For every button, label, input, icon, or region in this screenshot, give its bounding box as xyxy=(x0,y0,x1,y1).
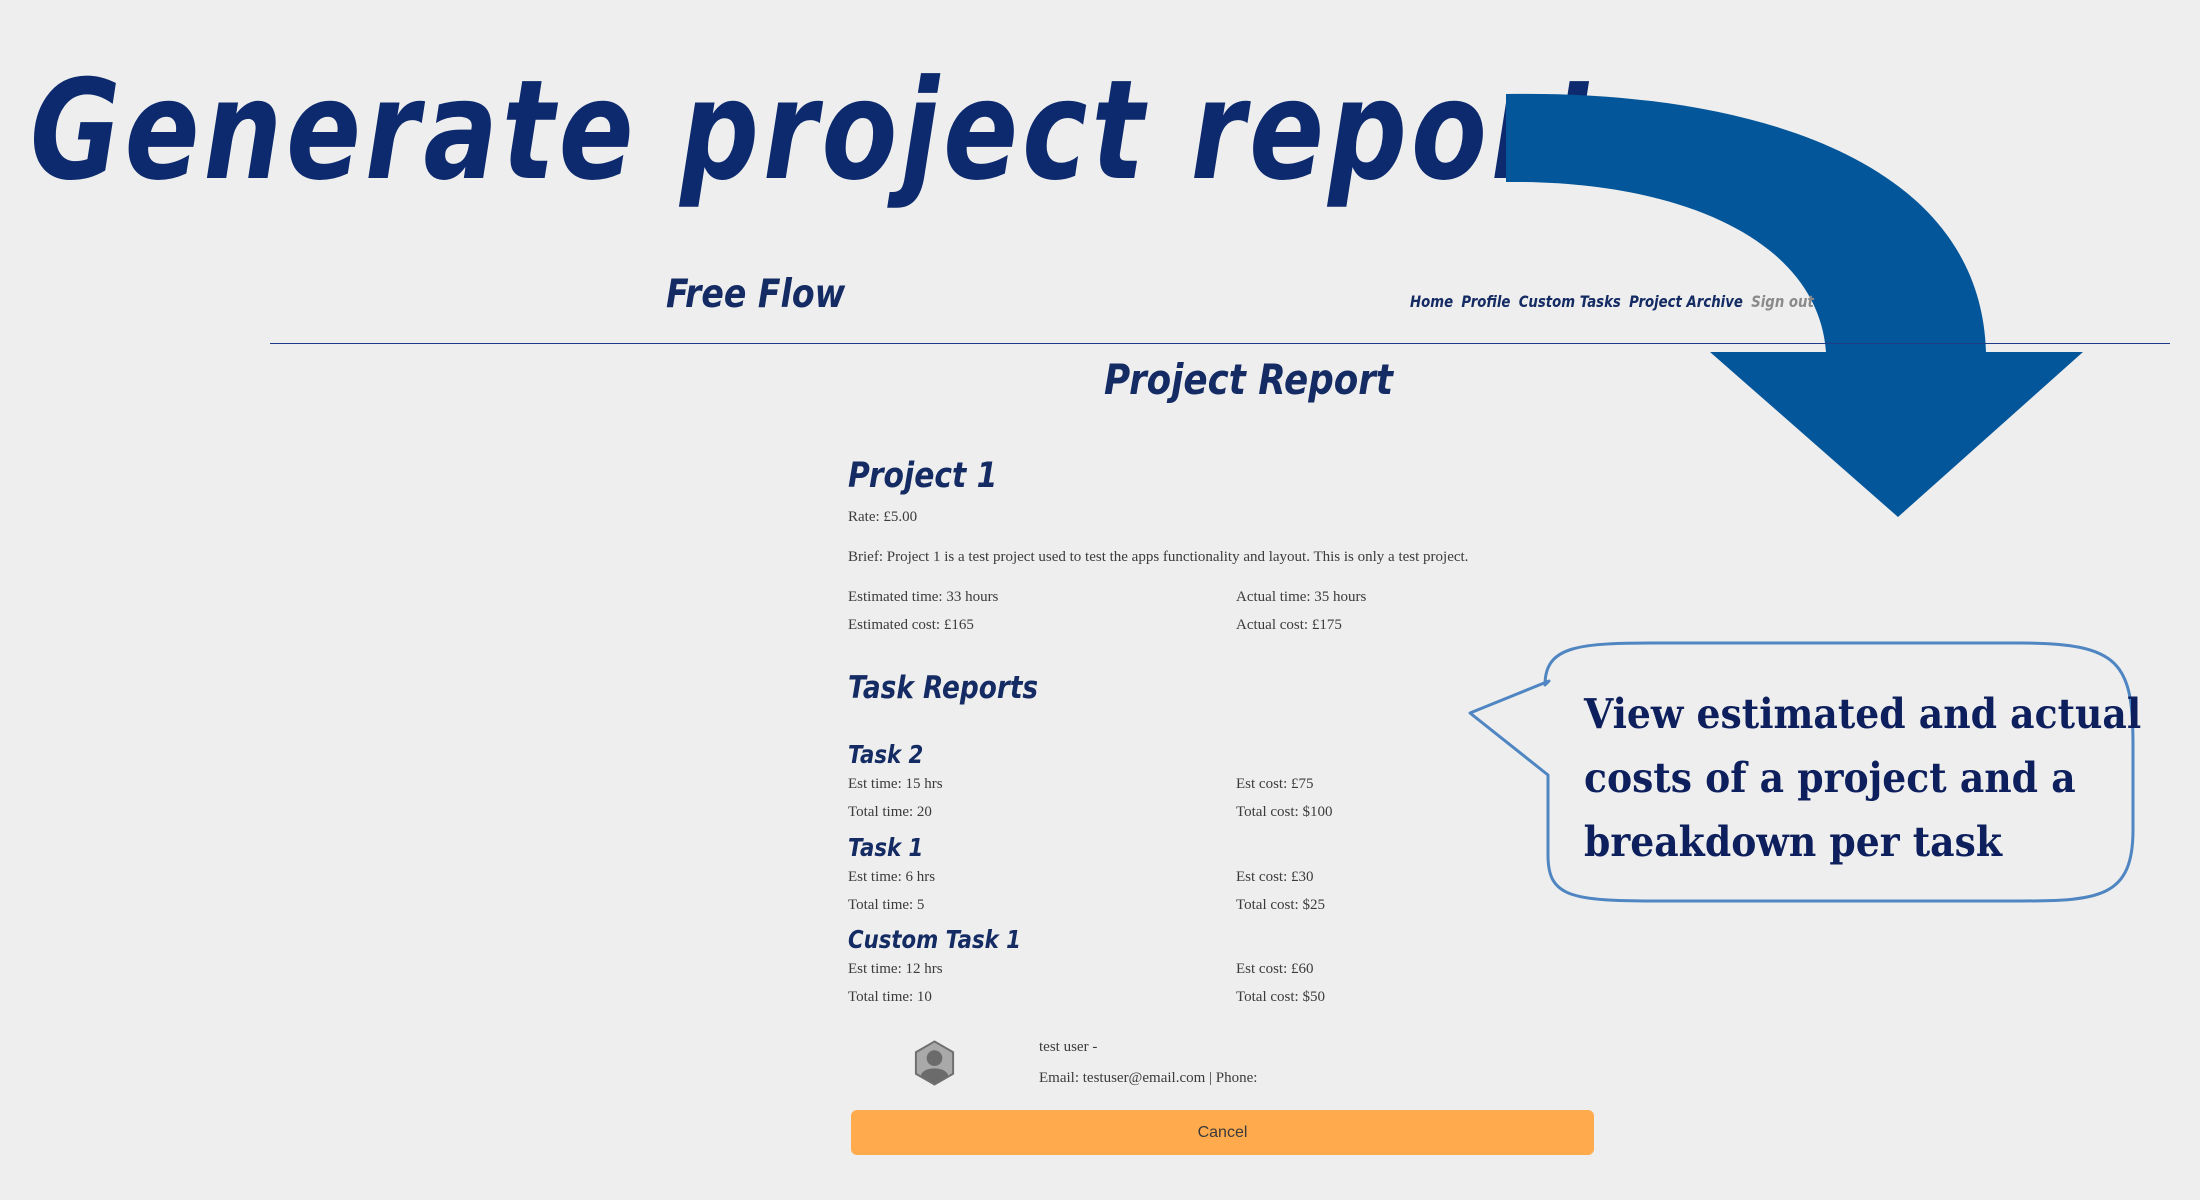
task-total-time: Total time: 20 xyxy=(848,804,932,820)
page-title: Project Report xyxy=(1104,355,1393,404)
task-name: Task 1 xyxy=(848,833,924,862)
nav-home[interactable]: Home xyxy=(1410,292,1453,311)
nav-project-archive[interactable]: Project Archive xyxy=(1629,292,1743,311)
cancel-button[interactable]: Cancel xyxy=(851,1110,1594,1155)
nav-sign-out[interactable]: Sign out xyxy=(1751,292,1814,311)
task-total-cost: Total cost: $100 xyxy=(1236,804,1333,820)
task-est-time: Est time: 15 hrs xyxy=(848,776,943,792)
callout-line: costs of a project and a xyxy=(1584,754,2076,802)
task-est-cost: Est cost: £60 xyxy=(1236,961,1314,977)
nav-profile[interactable]: Profile xyxy=(1461,292,1510,311)
task-est-cost: Est cost: £75 xyxy=(1236,776,1314,792)
task-total-cost: Total cost: $25 xyxy=(1236,897,1325,913)
project-rate: Rate: £5.00 xyxy=(848,509,918,525)
task-total-time: Total time: 5 xyxy=(848,897,925,913)
project-brief: Brief: Project 1 is a test project used … xyxy=(848,549,1469,565)
callout-line: View estimated and actual xyxy=(1584,690,2142,738)
header-divider xyxy=(270,343,2170,344)
user-name: test user - xyxy=(1039,1039,1098,1055)
app-brand[interactable]: Free Flow xyxy=(666,272,845,317)
callout-line: breakdown per task xyxy=(1584,818,2002,866)
project-actual-cost: Actual cost: £175 xyxy=(1236,617,1342,633)
task-est-time: Est time: 12 hrs xyxy=(848,961,943,977)
promo-headline: Generate project reports xyxy=(30,50,1676,211)
callout-text: View estimated and actual costs of a pro… xyxy=(1584,682,2141,874)
project-name: Project 1 xyxy=(848,456,998,496)
task-name: Task 2 xyxy=(848,740,924,769)
task-name: Custom Task 1 xyxy=(848,925,1021,954)
task-est-time: Est time: 6 hrs xyxy=(848,869,936,885)
project-estimated-cost: Estimated cost: £165 xyxy=(848,617,974,633)
task-total-time: Total time: 10 xyxy=(848,989,932,1005)
user-avatar-icon xyxy=(914,1040,955,1086)
task-total-cost: Total cost: $50 xyxy=(1236,989,1325,1005)
top-nav: Home Profile Custom Tasks Project Archiv… xyxy=(1410,292,1814,311)
nav-custom-tasks[interactable]: Custom Tasks xyxy=(1519,292,1621,311)
task-reports-heading: Task Reports xyxy=(848,670,1039,706)
task-est-cost: Est cost: £30 xyxy=(1236,869,1314,885)
project-actual-time: Actual time: 35 hours xyxy=(1236,589,1367,605)
project-estimated-time: Estimated time: 33 hours xyxy=(848,589,999,605)
user-contact: Email: testuser@email.com | Phone: xyxy=(1039,1070,1258,1086)
